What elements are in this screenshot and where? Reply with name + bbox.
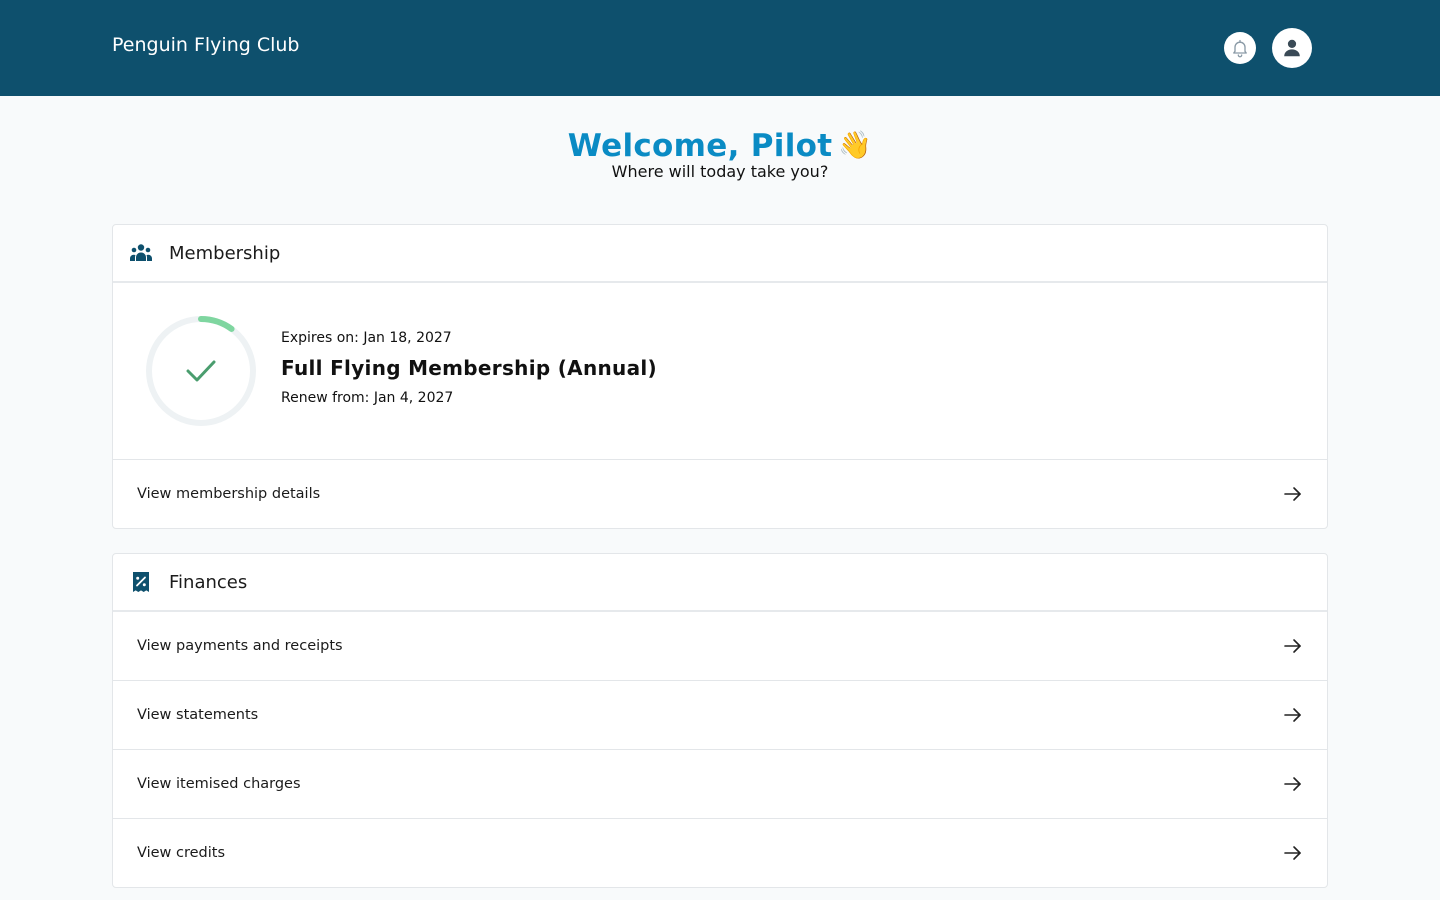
finances-card: Finances View payments and receipts View… [112, 553, 1328, 888]
arrow-right-icon [1284, 708, 1301, 722]
row-label: View payments and receipts [137, 638, 343, 654]
user-menu-button[interactable] [1272, 28, 1312, 68]
membership-progress-ring [146, 316, 256, 426]
wave-emoji: 👋 [838, 130, 873, 161]
welcome-section: Welcome, Pilot 👋 Where will today take yo… [0, 128, 1440, 182]
view-statements-link[interactable]: View statements [113, 681, 1327, 750]
membership-expiry: Expires on: Jan 18, 2027 [281, 330, 452, 346]
finances-title: Finances [169, 571, 248, 593]
membership-title: Membership [169, 242, 281, 264]
row-label: View itemised charges [137, 776, 301, 792]
view-payments-link[interactable]: View payments and receipts [113, 612, 1327, 681]
view-itemised-charges-link[interactable]: View itemised charges [113, 750, 1327, 819]
bell-icon [1233, 39, 1247, 58]
people-group-icon [129, 241, 153, 265]
notifications-button[interactable] [1224, 32, 1256, 64]
arrow-right-icon [1284, 846, 1301, 860]
row-label: View membership details [137, 486, 321, 502]
membership-summary: Expires on: Jan 18, 2027 Full Flying Mem… [113, 283, 1327, 460]
membership-renew-date: Renew from: Jan 4, 2027 [281, 390, 454, 406]
arrow-right-icon [1284, 487, 1301, 501]
arrow-right-icon [1284, 639, 1301, 653]
row-label: View statements [137, 707, 259, 723]
top-bar: Penguin Flying Club [0, 0, 1440, 96]
membership-card: Membership Expires on: Jan 18, 2027 Full… [112, 224, 1328, 529]
welcome-text: Welcome, Pilot [567, 128, 833, 164]
welcome-heading: Welcome, Pilot 👋 [0, 128, 1440, 164]
view-credits-link[interactable]: View credits [113, 819, 1327, 887]
user-icon [1284, 39, 1300, 57]
view-membership-details-link[interactable]: View membership details [113, 460, 1327, 528]
welcome-subtitle: Where will today take you? [611, 162, 829, 181]
row-label: View credits [137, 845, 226, 861]
check-icon [186, 360, 216, 382]
membership-header: Membership [113, 225, 1327, 283]
brand-title[interactable]: Penguin Flying Club [112, 34, 300, 56]
arrow-right-icon [1284, 777, 1301, 791]
membership-plan-name: Full Flying Membership (Annual) [281, 356, 657, 380]
membership-info: Expires on: Jan 18, 2027 Full Flying Mem… [281, 329, 657, 407]
receipt-percent-icon [129, 570, 153, 594]
finances-header: Finances [113, 554, 1327, 612]
